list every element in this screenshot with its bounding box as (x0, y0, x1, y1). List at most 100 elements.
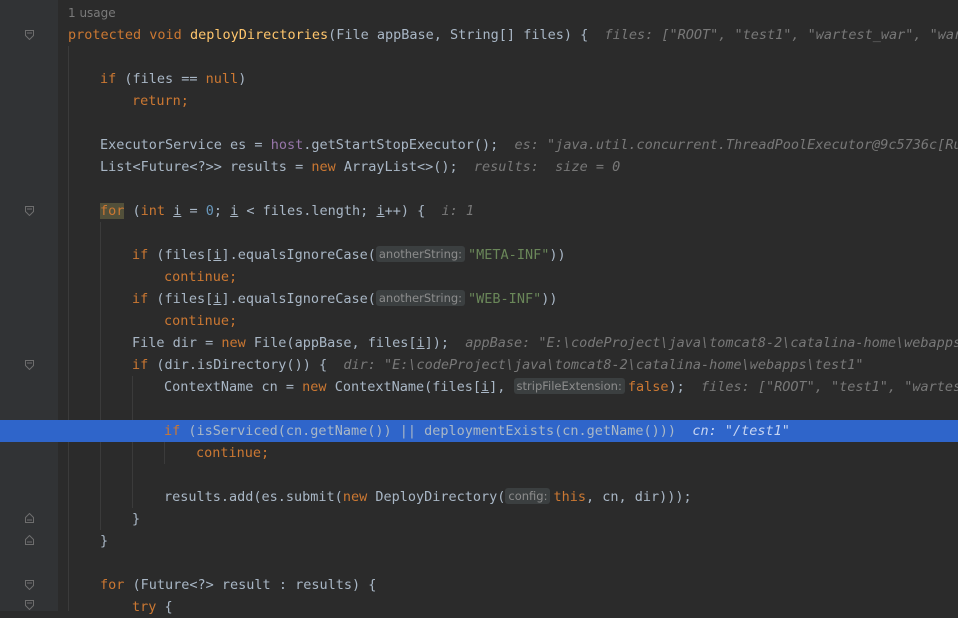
parameter-hint: anotherString: (375, 246, 466, 262)
code-line[interactable]: continue; (0, 442, 958, 464)
variable[interactable]: i (481, 379, 489, 395)
code-line[interactable]: ContextName cn = new ContextName(files[i… (0, 376, 958, 398)
code-text: ; (229, 269, 238, 285)
code-text: ; (213, 203, 231, 219)
debug-value[interactable]: files: ["ROOT", "test1", "wartes (701, 379, 958, 395)
keyword: return (132, 93, 181, 109)
variable[interactable]: i (416, 335, 424, 351)
parameter-hint: config: (505, 488, 551, 504)
code-line[interactable]: protected void deployDirectories(File ap… (0, 24, 958, 46)
keyword: false (627, 379, 669, 395)
keyword: null (205, 71, 239, 87)
code-text: ; (229, 313, 238, 329)
code-line[interactable]: continue; (0, 310, 958, 332)
code-text: ; (180, 93, 189, 109)
debug-value[interactable]: results: size = 0 (474, 159, 620, 175)
usage-hint[interactable]: 1 usage (68, 3, 116, 23)
code-text: ].equalsIgnoreCase( (221, 247, 376, 263)
field-name[interactable]: host (271, 137, 304, 153)
keyword: void (149, 27, 182, 43)
code-text: File dir = (132, 335, 222, 351)
code-text: (files[ (148, 247, 214, 263)
debug-value[interactable]: i: 1 (441, 203, 474, 219)
code-line[interactable]: return; (0, 90, 958, 112)
code-line[interactable]: results.add(es.submit(new DeployDirector… (0, 486, 958, 508)
code-text: ArrayList<>(); (335, 159, 458, 175)
code-text: ) (238, 71, 247, 87)
code-text: ( (124, 203, 141, 219)
code-text: ContextName cn = (164, 379, 303, 395)
code-text: ); (668, 379, 685, 395)
keyword: continue (164, 269, 230, 285)
keyword: if (132, 357, 149, 373)
keyword: new (342, 489, 368, 505)
code-line[interactable]: if (files[i].equalsIgnoreCase(anotherStr… (0, 288, 958, 310)
code-line[interactable]: ExecutorService es = host.getStartStopEx… (0, 134, 958, 156)
code-text: (Future<?> result : results) { (124, 577, 377, 593)
keyword: new (302, 379, 327, 395)
keyword: new (311, 159, 336, 175)
code-text: List<Future<?>> results = (100, 159, 312, 175)
keyword: new (221, 335, 246, 351)
parameter-hint: stripFileExtension: (513, 378, 625, 394)
keyword: if (100, 71, 117, 87)
code-line[interactable]: if (files == null) (0, 68, 958, 90)
code-line[interactable]: List<Future<?>> results = new ArrayList<… (0, 156, 958, 178)
code-text: (dir.isDirectory()) { (148, 357, 328, 373)
code-text: (files[ (148, 291, 214, 307)
string-literal: "WEB-INF" (468, 291, 542, 307)
keyword: continue (164, 313, 230, 329)
code-line[interactable]: for (Future<?> result : results) { (0, 574, 958, 596)
code-text: (files == (116, 71, 206, 87)
method-name[interactable]: deployDirectories (190, 27, 328, 43)
code-text: ContextName(files[ (326, 379, 481, 395)
code-text: ].equalsIgnoreCase( (221, 291, 376, 307)
keyword: for (100, 577, 125, 593)
code-text: = (181, 203, 206, 219)
debug-value[interactable]: cn: "/test1" (692, 423, 790, 439)
code-line[interactable]: } (0, 530, 958, 552)
code-text: } (100, 533, 109, 549)
keyword: try (132, 599, 157, 615)
code-text: ExecutorService es = (100, 137, 271, 153)
code-text: )) (549, 247, 566, 263)
keyword: if (132, 291, 149, 307)
code-line[interactable]: } (0, 508, 958, 530)
code-text: ++) { (384, 203, 426, 219)
code-line[interactable]: for (int i = 0; i < files.length; i++) {… (0, 200, 958, 222)
code-text: )) (541, 291, 558, 307)
keyword: if (132, 247, 149, 263)
keyword: continue (196, 445, 262, 461)
code-line[interactable]: continue; (0, 266, 958, 288)
execution-point-line[interactable]: if (isServiced(cn.getName()) || deployme… (0, 420, 958, 442)
keyword: if (164, 423, 181, 439)
code-text: } (132, 511, 141, 527)
code-text: ; (261, 445, 270, 461)
code-text: File(appBase, files[ (245, 335, 417, 351)
debug-value[interactable]: es: "java.util.concurrent.ThreadPoolExec… (515, 137, 958, 153)
code-text: DeployDirectory( (367, 489, 506, 505)
code-line[interactable]: if (files[i].equalsIgnoreCase(anotherStr… (0, 244, 958, 266)
keyword: this (553, 489, 586, 505)
code-text: ], (489, 379, 514, 395)
code-line[interactable]: if (dir.isDirectory()) { dir: "E:\codePr… (0, 354, 958, 376)
debug-value[interactable]: files: ["ROOT", "test1", "wartest_war", … (604, 27, 958, 43)
string-literal: "META-INF" (468, 247, 550, 263)
code-text: results.add(es.submit( (164, 489, 343, 505)
code-text: , cn, dir))); (585, 489, 692, 505)
code-line[interactable]: try { (0, 596, 958, 618)
code-text: .getStartStopExecutor(); (303, 137, 499, 153)
keyword: int (140, 203, 166, 219)
code-text: (File appBase, String[] files) { (328, 27, 589, 43)
parameter-hint: anotherString: (375, 290, 466, 306)
code-line[interactable]: File dir = new File(appBase, files[i]); … (0, 332, 958, 354)
keyword: protected (68, 27, 142, 43)
variable[interactable]: i (376, 203, 384, 219)
code-text: ]); (424, 335, 450, 351)
code-text: { (156, 599, 173, 615)
code-text: (isServiced(cn.getName()) || deploymentE… (180, 423, 677, 439)
debug-value[interactable]: dir: "E:\codeProject\java\tomcat8-2\cata… (343, 357, 863, 373)
keyword: for (100, 203, 125, 219)
debug-value[interactable]: appBase: "E:\codeProject\java\tomcat8-2\… (465, 335, 958, 351)
